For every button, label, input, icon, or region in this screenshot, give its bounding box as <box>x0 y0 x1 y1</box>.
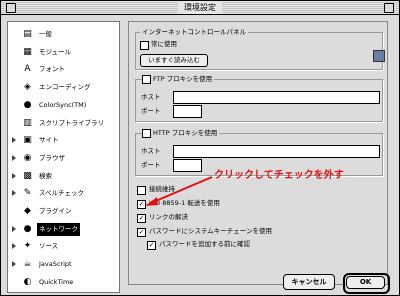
module-icon: ▦ <box>23 46 32 57</box>
annotation-text: クリックしてチェックを外す <box>214 170 344 181</box>
cancel-button[interactable]: キャンセル <box>283 274 335 290</box>
preferences-window: 環境設定 ▤ 一般 ▦ モジュール A フォント ◈ エンコーディング ● ColorSync(T… <box>0 0 400 296</box>
font-icon: A <box>24 64 31 75</box>
sidebar-item-label: モジュール <box>39 47 72 56</box>
internet-control-panel-icon[interactable] <box>373 50 385 62</box>
sidebar-item-label: JavaScript <box>39 260 72 269</box>
sidebar-item-label: スペルチェック <box>39 189 85 198</box>
ok-button[interactable]: OK <box>346 276 385 289</box>
sidebar-item-label: ソース <box>39 242 59 251</box>
close-box[interactable] <box>6 3 16 13</box>
site-icon: ▣ <box>23 135 32 146</box>
http-port-label: ポート <box>141 161 161 169</box>
load-now-button[interactable]: いますぐ読み込む <box>140 54 208 67</box>
source-icon: ✦ <box>23 241 32 252</box>
sidebar-item[interactable]: ▦ モジュール <box>8 46 119 59</box>
sidebar-item-label: 検索 <box>39 171 52 180</box>
sidebar-item[interactable]: ◆ プラグイン <box>8 205 119 218</box>
ftp-proxy-label: FTP プロキシを使用 <box>151 75 215 84</box>
ftp-proxy-group: FTP プロキシを使用 ホスト ポート <box>135 75 383 122</box>
disclosure-triangle-icon[interactable] <box>12 190 16 197</box>
resolve-links-label: リンクの解決 <box>149 213 188 221</box>
script-library-icon: ▥ <box>23 117 32 128</box>
title-bar[interactable]: 環境設定 <box>1 1 399 15</box>
disclosure-triangle-icon[interactable] <box>12 137 16 144</box>
zoom-box[interactable] <box>384 3 394 13</box>
always-use-label: 常に使用 <box>151 40 177 48</box>
system-keychain-label: パスワードにシステムキーチェーンを使用 <box>149 227 272 235</box>
iso-8859-1-label: ISO 8859-1 転送を使用 <box>149 199 220 207</box>
disclosure-triangle-icon[interactable] <box>12 243 16 250</box>
sidebar-item[interactable]: ◈ エンコーディング <box>8 81 119 94</box>
preferences-sidebar: ▤ 一般 ▦ モジュール A フォント ◈ エンコーディング ● ColorSync(TM) ▥ スク… <box>7 21 120 293</box>
sidebar-item-label: スクリプトライブラリ <box>39 118 104 127</box>
http-port-field[interactable] <box>173 159 202 172</box>
confirm-before-add-checkbox[interactable]: ✓ <box>147 241 156 250</box>
sidebar-item[interactable]: ✦ ソース <box>8 240 119 253</box>
javascript-icon: ☕ <box>23 259 32 270</box>
network-icon: ● <box>23 223 32 234</box>
sidebar-item-label: ネットワーク <box>37 222 80 236</box>
sidebar-item[interactable]: ▣ サイト <box>8 134 119 147</box>
internet-control-group: インターネットコントロールパネル 常に使用 いますぐ読み込む <box>135 28 385 70</box>
encoding-icon: ◈ <box>24 82 31 93</box>
sidebar-item-label: フォント <box>39 65 65 74</box>
sidebar-item-label: ColorSync(TM) <box>39 100 87 109</box>
sidebar-item-label: サイト <box>39 136 59 145</box>
plugin-icon: ◆ <box>24 206 31 216</box>
always-use-checkbox[interactable] <box>140 41 149 50</box>
search-icon: ▩ <box>23 170 32 181</box>
ftp-host-label: ホスト <box>141 93 161 101</box>
disclosure-triangle-icon[interactable] <box>12 261 16 268</box>
disclosure-triangle-icon[interactable] <box>12 225 16 232</box>
colorsync-icon: ● <box>23 99 32 110</box>
browser-icon: ◉ <box>23 152 32 163</box>
sidebar-item[interactable]: ▥ スクリプトライブラリ <box>8 117 119 130</box>
ftp-port-field[interactable] <box>173 105 202 118</box>
sidebar-item-label: QuickTime <box>39 277 74 286</box>
internet-control-title: インターネットコントロールパネル <box>140 28 248 37</box>
iso-8859-1-checkbox[interactable]: ✓ <box>137 200 146 209</box>
keep-alive-checkbox[interactable] <box>137 186 146 195</box>
sidebar-item-label: エンコーディング <box>39 83 91 92</box>
sidebar-item[interactable]: ▩ 検索 <box>8 170 119 183</box>
sidebar-item[interactable]: ☕ JavaScript <box>8 258 119 271</box>
sidebar-item-label: 一般 <box>39 30 52 38</box>
general-icon: ▤ <box>23 29 32 39</box>
quicktime-icon: ◐ <box>23 276 32 287</box>
sidebar-item-label: ブラウザ <box>39 153 65 162</box>
confirm-before-add-label: パスワードを追加する前に確認 <box>159 240 250 248</box>
sidebar-item[interactable]: ✎ スペルチェック <box>8 187 119 200</box>
sidebar-item[interactable]: ◐ QuickTime <box>8 276 119 289</box>
sidebar-item[interactable]: ● ColorSync(TM) <box>8 99 119 112</box>
disclosure-triangle-icon[interactable] <box>12 172 16 179</box>
resolve-links-checkbox[interactable]: ✓ <box>137 214 146 223</box>
ftp-proxy-checkbox[interactable] <box>142 75 151 84</box>
sidebar-item[interactable]: ▤ 一般 <box>8 28 119 41</box>
sidebar-item-label: プラグイン <box>39 207 72 215</box>
disclosure-triangle-icon[interactable] <box>12 154 16 161</box>
window-title: 環境設定 <box>178 2 222 13</box>
sidebar-item[interactable]: A フォント <box>8 63 119 76</box>
http-proxy-label: HTTP プロキシを使用 <box>151 129 220 138</box>
http-host-label: ホスト <box>141 147 161 155</box>
sidebar-item[interactable]: ◉ ブラウザ <box>8 152 119 165</box>
keep-alive-label: 接続維持 <box>149 185 175 193</box>
ftp-host-field[interactable] <box>173 91 380 104</box>
spellcheck-icon: ✎ <box>23 188 32 199</box>
sidebar-item[interactable]: ● ネットワーク <box>8 222 119 236</box>
http-host-field[interactable] <box>173 145 380 158</box>
system-keychain-checkbox[interactable]: ✓ <box>137 228 146 237</box>
network-settings-panel: インターネットコントロールパネル 常に使用 いますぐ読み込む FTP プロキシを… <box>128 21 388 285</box>
ftp-port-label: ポート <box>141 107 161 115</box>
http-proxy-checkbox[interactable] <box>142 129 151 138</box>
